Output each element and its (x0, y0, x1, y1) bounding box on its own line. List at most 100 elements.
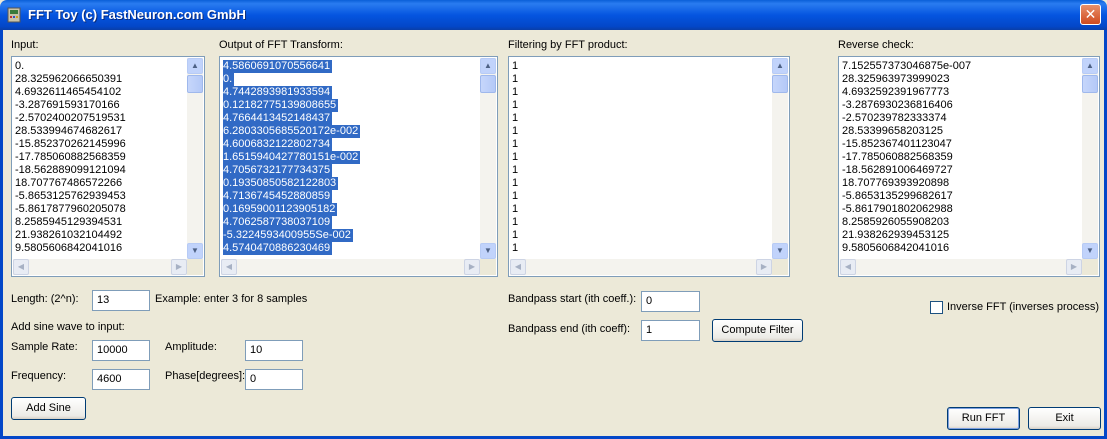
compute-filter-button[interactable]: Compute Filter (712, 319, 803, 342)
list-item[interactable]: 1 (512, 242, 769, 255)
scroll-thumb[interactable] (1082, 75, 1098, 93)
sample-rate-input[interactable]: 10000 (92, 340, 150, 361)
list-item[interactable]: 28.53399658203125 (842, 125, 1079, 138)
list-item[interactable]: 8.2585945129394531 (15, 216, 184, 229)
list-item[interactable]: 1 (512, 112, 769, 125)
list-item[interactable]: 18.707769393920898 (842, 177, 1079, 190)
list-item[interactable]: 1 (512, 229, 769, 242)
scroll-down-icon[interactable]: ▼ (1082, 243, 1098, 259)
list-item[interactable]: 0. (223, 73, 477, 86)
list-item[interactable]: 21.938262939453125 (842, 229, 1079, 242)
list-item[interactable]: 1 (512, 73, 769, 86)
run-fft-button[interactable]: Run FFT (947, 407, 1020, 430)
list-item[interactable]: 21.938261032104492 (15, 229, 184, 242)
list-item[interactable]: 1.6515940427780151e-002 (223, 151, 477, 164)
list-item[interactable]: 1 (512, 216, 769, 229)
list-item[interactable]: -17.785060882568359 (15, 151, 184, 164)
list-item[interactable]: 9.5805606842041016 (842, 242, 1079, 255)
vertical-scrollbar[interactable]: ▲ ▼ (772, 58, 788, 259)
scroll-up-icon[interactable]: ▲ (480, 58, 496, 74)
scroll-left-icon[interactable]: ◀ (221, 259, 237, 275)
bandpass-start-input[interactable]: 0 (641, 291, 700, 312)
list-item[interactable]: -15.852370262145996 (15, 138, 184, 151)
list-item[interactable]: -5.8617877960205078 (15, 203, 184, 216)
scroll-left-icon[interactable]: ◀ (840, 259, 856, 275)
list-item[interactable]: -5.8653125762939453 (15, 190, 184, 203)
horizontal-scrollbar[interactable]: ◀ ▶ (840, 259, 1082, 275)
filter-listbox[interactable]: 1 1 1 1 1 1 1 1 1 1 1 1 1 1 1 ▲ ▼ ◀ ▶ (508, 56, 790, 277)
bandpass-end-input[interactable]: 1 (641, 320, 700, 341)
list-item[interactable]: 4.7136745452880859 (223, 190, 477, 203)
list-item[interactable]: 28.325962066650391 (15, 73, 184, 86)
list-item[interactable]: -18.562891006469727 (842, 164, 1079, 177)
phase-input[interactable]: 0 (245, 369, 303, 390)
list-item[interactable]: 1 (512, 99, 769, 112)
output-listbox[interactable]: 4.5860691070556641 0. 4.7442893981933594 0.… (219, 56, 498, 277)
list-item[interactable]: 0. (15, 60, 184, 73)
list-item[interactable]: 1 (512, 60, 769, 73)
list-item[interactable]: 4.5860691070556641 (223, 60, 477, 73)
list-item[interactable]: -5.3224593400955Se-002 (223, 229, 477, 242)
list-item[interactable]: 0.16959001123905182 (223, 203, 477, 216)
vertical-scrollbar[interactable]: ▲ ▼ (187, 58, 203, 259)
list-item[interactable]: 18.707767486572266 (15, 177, 184, 190)
scroll-down-icon[interactable]: ▼ (480, 243, 496, 259)
list-item[interactable]: 0.19350850582122803 (223, 177, 477, 190)
scroll-up-icon[interactable]: ▲ (1082, 58, 1098, 74)
list-item[interactable]: 4.7442893981933594 (223, 86, 477, 99)
horizontal-scrollbar[interactable]: ◀ ▶ (221, 259, 480, 275)
list-item[interactable]: 28.32596397399902З (842, 73, 1079, 86)
scroll-up-icon[interactable]: ▲ (187, 58, 203, 74)
scroll-right-icon[interactable]: ▶ (756, 259, 772, 275)
horizontal-scrollbar[interactable]: ◀ ▶ (510, 259, 772, 275)
scroll-down-icon[interactable]: ▼ (772, 243, 788, 259)
list-item[interactable]: -2.570239782333374 (842, 112, 1079, 125)
list-item[interactable]: 6.2803305685520172e-002 (223, 125, 477, 138)
vertical-scrollbar[interactable]: ▲ ▼ (480, 58, 496, 259)
list-item[interactable]: 8.2585926055908203 (842, 216, 1079, 229)
scroll-right-icon[interactable]: ▶ (171, 259, 187, 275)
list-item[interactable]: 1 (512, 190, 769, 203)
inverse-fft-checkbox[interactable] (930, 301, 943, 314)
close-button[interactable]: ✕ (1080, 4, 1101, 25)
scroll-right-icon[interactable]: ▶ (464, 259, 480, 275)
list-item[interactable]: 1 (512, 125, 769, 138)
scroll-right-icon[interactable]: ▶ (1066, 259, 1082, 275)
list-item[interactable]: 28.533994674682617 (15, 125, 184, 138)
scroll-up-icon[interactable]: ▲ (772, 58, 788, 74)
scroll-left-icon[interactable]: ◀ (510, 259, 526, 275)
exit-button[interactable]: Exit (1028, 407, 1101, 430)
horizontal-scrollbar[interactable]: ◀ ▶ (13, 259, 187, 275)
list-item[interactable]: 1 (512, 177, 769, 190)
vertical-scrollbar[interactable]: ▲ ▼ (1082, 58, 1098, 259)
scroll-thumb[interactable] (480, 75, 496, 93)
list-item[interactable]: -15.852367401123047 (842, 138, 1079, 151)
list-item[interactable]: -2.5702400207519531 (15, 112, 184, 125)
list-item[interactable]: -3.2876930236816406 (842, 99, 1079, 112)
scroll-thumb[interactable] (187, 75, 203, 93)
list-item[interactable]: -17.785060882568359 (842, 151, 1079, 164)
list-item[interactable]: 4.5740470886230469 (223, 242, 477, 255)
length-input[interactable]: 13 (92, 290, 150, 311)
list-item[interactable]: 4.6932611465454102 (15, 86, 184, 99)
list-item[interactable]: 4.6006832122802734 (223, 138, 477, 151)
list-item[interactable]: 7.152557373046875e-007 (842, 60, 1079, 73)
list-item[interactable]: 4.6932592391967773 (842, 86, 1079, 99)
list-item[interactable]: 1 (512, 164, 769, 177)
amplitude-input[interactable]: 10 (245, 340, 303, 361)
list-item[interactable]: 0.12182775139808655 (223, 99, 477, 112)
list-item[interactable]: -5.8653135299682617 (842, 190, 1079, 203)
scroll-down-icon[interactable]: ▼ (187, 243, 203, 259)
add-sine-button[interactable]: Add Sine (11, 397, 86, 420)
list-item[interactable]: 1 (512, 138, 769, 151)
scroll-left-icon[interactable]: ◀ (13, 259, 29, 275)
scroll-thumb[interactable] (772, 75, 788, 93)
input-listbox[interactable]: 0. 28.325962066650391 4.6932611465454102 -3… (11, 56, 205, 277)
list-item[interactable]: 4.7062587738037109 (223, 216, 477, 229)
list-item[interactable]: -3.287691593170166 (15, 99, 184, 112)
reverse-listbox[interactable]: 7.152557373046875e-007 28.32596397399902З… (838, 56, 1100, 277)
list-item[interactable]: -5.8617901802062988 (842, 203, 1079, 216)
list-item[interactable]: 4.7056732177734375 (223, 164, 477, 177)
frequency-input[interactable]: 4600 (92, 369, 150, 390)
list-item[interactable]: 1 (512, 86, 769, 99)
